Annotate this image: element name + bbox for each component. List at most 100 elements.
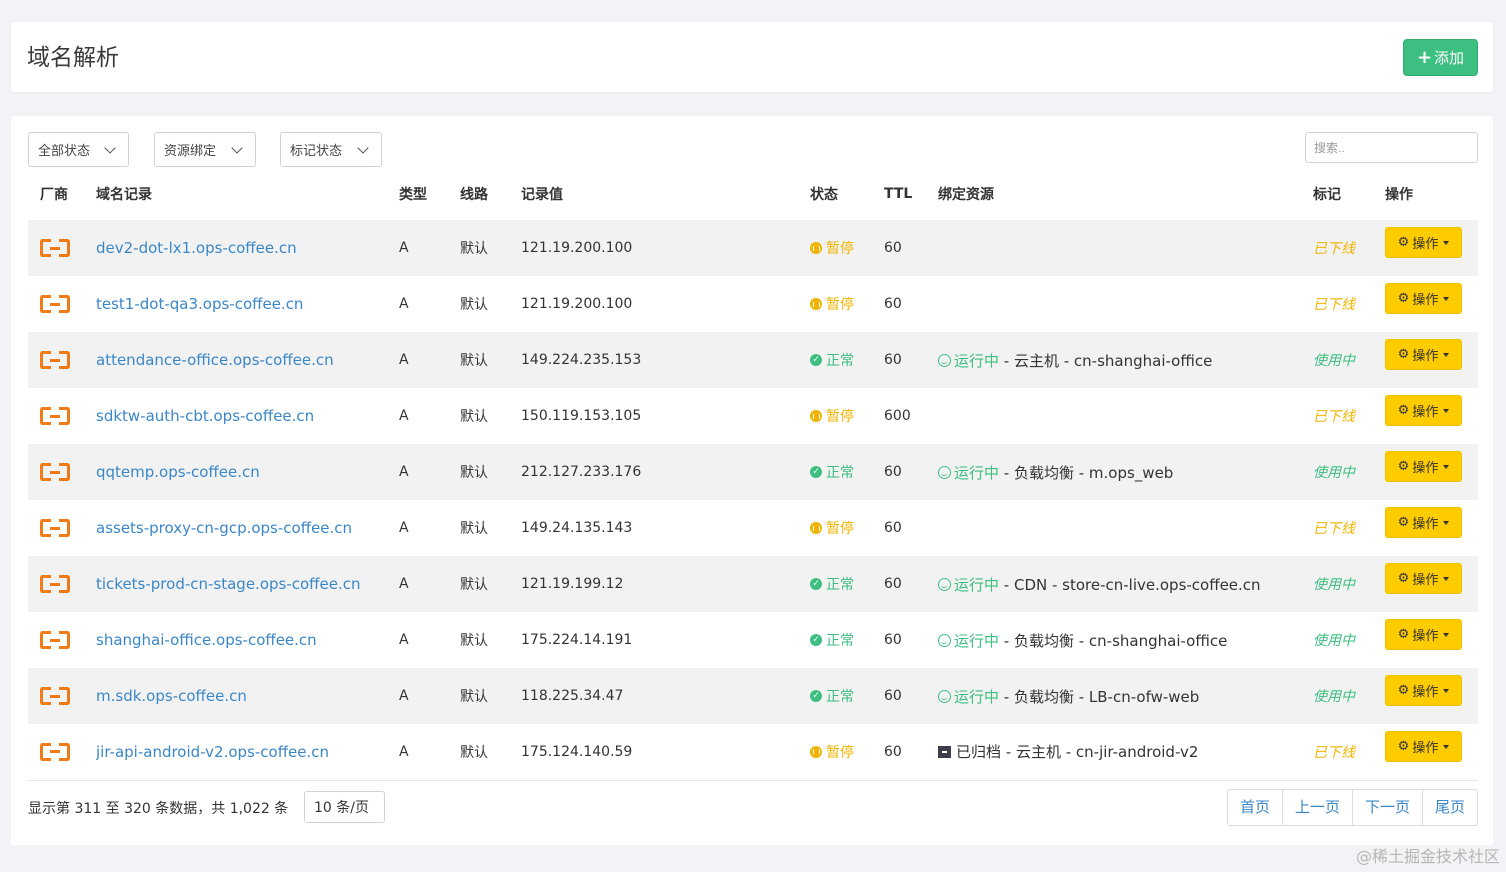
column-header-mark: 标记 xyxy=(1313,187,1341,203)
gears-icon: ⚙ xyxy=(1397,291,1410,306)
caret-down-icon xyxy=(1443,576,1450,581)
smile-icon xyxy=(938,353,951,367)
record-ttl: 60 xyxy=(884,240,902,256)
vendor-cell xyxy=(28,220,96,276)
actions-dropdown-button[interactable]: ⚙ 操作 xyxy=(1385,619,1462,650)
domain-link[interactable]: test1-dot-qa3.ops-coffee.cn xyxy=(96,295,303,313)
domain-link[interactable]: attendance-office.ops-coffee.cn xyxy=(96,351,334,369)
table-row: sdktw-auth-cbt.ops-coffee.cn A 默认 150.119.1… xyxy=(28,388,1478,444)
check-circle-icon: ✓ xyxy=(810,578,822,590)
add-button[interactable]: + 添加 xyxy=(1403,39,1478,76)
record-value: 118.225.34.47 xyxy=(521,688,624,704)
vendor-cell xyxy=(28,332,96,388)
status-badge: ✓ 正常 xyxy=(810,574,854,594)
domain-link[interactable]: assets-proxy-cn-gcp.ops-coffee.cn xyxy=(96,519,352,537)
domain-link[interactable]: jir-api-android-v2.ops-coffee.cn xyxy=(96,743,329,761)
record-value: 149.224.235.153 xyxy=(521,352,642,368)
caret-down-icon xyxy=(1443,520,1450,525)
filter-mark-select[interactable]: 标记状态 xyxy=(280,132,382,167)
vendor-cell xyxy=(28,556,96,612)
status-label: 暂停 xyxy=(826,409,854,425)
page-last-button[interactable]: 尾页 xyxy=(1421,790,1477,825)
actions-dropdown-button[interactable]: ⚙ 操作 xyxy=(1385,563,1462,594)
binding-state: 运行中 xyxy=(954,351,1000,370)
gears-icon: ⚙ xyxy=(1397,235,1410,250)
status-badge: ✓ 正常 xyxy=(810,686,854,706)
binding-resource: 已归档 - 云主机 - cn-jir-android-v2 xyxy=(938,743,1198,761)
record-type: A xyxy=(399,688,409,704)
actions-dropdown-button[interactable]: ⚙ 操作 xyxy=(1385,339,1462,370)
vendor-cell xyxy=(28,500,96,556)
binding-text: - 云主机 - cn-jir-android-v2 xyxy=(1001,743,1199,762)
status-label: 暂停 xyxy=(826,744,854,761)
binding-cell xyxy=(938,388,1313,444)
record-type: A xyxy=(399,352,409,368)
table-row: assets-proxy-cn-gcp.ops-coffee.cn A 默认 149.… xyxy=(28,500,1478,556)
gears-icon: ⚙ xyxy=(1397,571,1410,586)
actions-dropdown-button[interactable]: ⚙ 操作 xyxy=(1385,507,1462,538)
record-type: A xyxy=(399,632,409,648)
check-circle-icon: ✓ xyxy=(810,634,822,646)
page-prev-button[interactable]: 上一页 xyxy=(1281,790,1352,825)
record-type: A xyxy=(399,464,409,480)
check-circle-icon: ✓ xyxy=(810,466,822,478)
filter-status-select[interactable]: 全部状态 xyxy=(28,132,129,167)
binding-text: - 负载均衡 - LB-cn-ofw-web xyxy=(999,687,1200,706)
page-size-select[interactable]: 10 条/页 xyxy=(304,791,385,823)
caret-down-icon xyxy=(1443,408,1450,413)
filter-resource-select[interactable]: 资源绑定 xyxy=(154,132,256,167)
binding-resource: 运行中 - 负载均衡 - cn-shanghai-office xyxy=(938,632,1227,650)
actions-dropdown-button[interactable]: ⚙ 操作 xyxy=(1385,451,1462,482)
gears-icon: ⚙ xyxy=(1397,515,1410,530)
caret-down-icon xyxy=(1443,464,1450,469)
binding-cell xyxy=(938,500,1313,556)
status-badge: ✓ 正常 xyxy=(810,462,854,482)
aliyun-logo-icon xyxy=(40,463,70,481)
pagination: 首页 上一页 下一页 尾页 xyxy=(1226,789,1478,826)
actions-dropdown-button[interactable]: ⚙ 操作 xyxy=(1385,675,1462,706)
status-label: 正常 xyxy=(826,689,854,705)
record-type: A xyxy=(399,724,460,781)
record-ttl: 60 xyxy=(884,464,902,480)
domain-link[interactable]: tickets-prod-cn-stage.ops-coffee.cn xyxy=(96,575,361,593)
gears-icon: ⚙ xyxy=(1397,739,1410,754)
actions-dropdown-button[interactable]: ⚙ 操作 xyxy=(1385,395,1462,426)
record-value: 175.124.140.59 xyxy=(521,724,810,781)
domain-link[interactable]: shanghai-office.ops-coffee.cn xyxy=(96,631,317,649)
actions-dropdown-button[interactable]: ⚙ 操作 xyxy=(1385,283,1462,314)
pause-circle-icon xyxy=(810,242,822,254)
page-title: 域名解析 xyxy=(27,45,119,71)
search-input[interactable] xyxy=(1305,132,1478,163)
caret-down-icon xyxy=(1443,240,1450,245)
page-next-button[interactable]: 下一页 xyxy=(1351,790,1422,825)
column-header-line: 线路 xyxy=(460,187,488,203)
binding-resource: 运行中 - 负载均衡 - m.ops_web xyxy=(938,464,1173,482)
mark-label: 使用中 xyxy=(1313,689,1355,705)
plus-icon: + xyxy=(1416,46,1433,68)
pause-circle-icon xyxy=(810,410,822,422)
record-value: 121.19.200.100 xyxy=(521,296,633,312)
add-button-label: 添加 xyxy=(1434,49,1465,67)
domain-link[interactable]: qqtemp.ops-coffee.cn xyxy=(96,463,260,481)
vendor-cell xyxy=(28,668,96,724)
actions-dropdown-button[interactable]: ⚙ 操作 xyxy=(1385,227,1462,258)
actions-label: 操作 xyxy=(1412,405,1439,420)
aliyun-logo-icon xyxy=(40,295,70,313)
record-value: 149.24.135.143 xyxy=(521,520,633,536)
record-type: A xyxy=(399,240,409,256)
binding-cell: 运行中 - 负载均衡 - m.ops_web xyxy=(938,444,1313,500)
watermark: @稀土掘金技术社区 xyxy=(1355,847,1500,866)
record-ttl: 60 xyxy=(884,520,902,536)
actions-dropdown-button[interactable]: ⚙ 操作 xyxy=(1385,731,1462,762)
binding-resource: 运行中 - 负载均衡 - LB-cn-ofw-web xyxy=(938,688,1199,706)
actions-label: 操作 xyxy=(1412,573,1439,588)
actions-label: 操作 xyxy=(1412,685,1439,700)
domain-link[interactable]: m.sdk.ops-coffee.cn xyxy=(96,687,247,705)
page-first-button[interactable]: 首页 xyxy=(1228,790,1282,825)
actions-label: 操作 xyxy=(1412,517,1439,532)
domain-link[interactable]: dev2-dot-lx1.ops-coffee.cn xyxy=(96,239,297,257)
column-header-binding: 绑定资源 xyxy=(938,187,994,203)
actions-label: 操作 xyxy=(1412,349,1439,364)
domain-link[interactable]: sdktw-auth-cbt.ops-coffee.cn xyxy=(96,407,314,425)
mark-label: 已下线 xyxy=(1313,744,1355,761)
